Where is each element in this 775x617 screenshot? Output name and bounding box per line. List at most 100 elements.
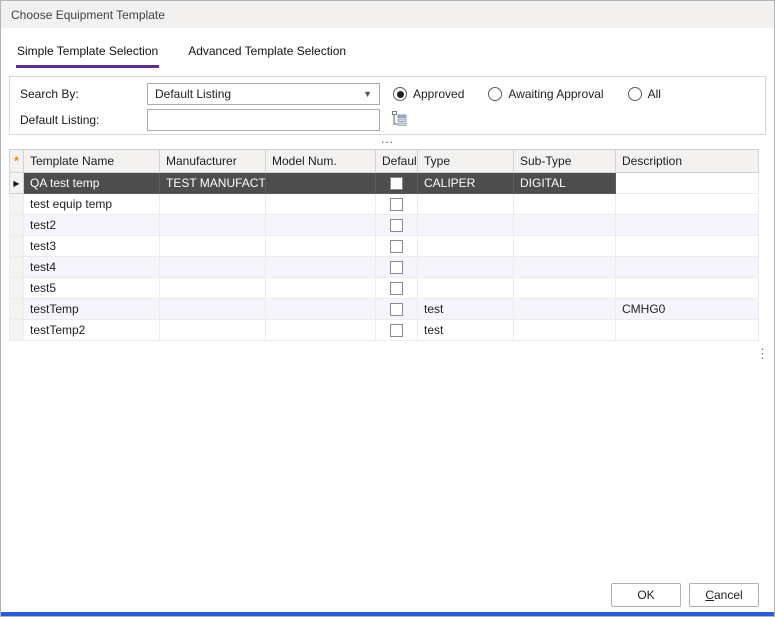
cell-default[interactable] [376, 299, 418, 320]
cell-manufacturer[interactable] [160, 194, 266, 215]
row-indicator[interactable] [10, 278, 24, 299]
panel-splitter-handle[interactable]: ... [1, 135, 774, 148]
default-checkbox[interactable] [390, 282, 403, 295]
cell-manufacturer[interactable] [160, 257, 266, 278]
cell-model-num[interactable] [266, 320, 376, 341]
row-indicator[interactable] [10, 236, 24, 257]
cell-description[interactable]: CMHG0 [616, 299, 759, 320]
cell-description[interactable] [616, 320, 759, 341]
cancel-button[interactable]: Cancel [689, 583, 759, 607]
row-indicator[interactable] [10, 257, 24, 278]
cell-description[interactable] [616, 236, 759, 257]
cell-model-num[interactable] [266, 173, 376, 194]
default-listing-label: Default Listing: [20, 113, 99, 127]
cell-manufacturer[interactable] [160, 278, 266, 299]
cell-type[interactable] [418, 236, 514, 257]
default-checkbox[interactable] [390, 303, 403, 316]
cell-sub-type[interactable] [514, 299, 616, 320]
cell-model-num[interactable] [266, 299, 376, 320]
cell-description[interactable] [616, 194, 759, 215]
cell-model-num[interactable] [266, 215, 376, 236]
cell-default[interactable] [376, 173, 418, 194]
cell-sub-type[interactable] [514, 194, 616, 215]
cell-type[interactable] [418, 278, 514, 299]
cell-description[interactable] [616, 257, 759, 278]
cell-manufacturer[interactable] [160, 299, 266, 320]
cell-model-num[interactable] [266, 236, 376, 257]
cell-template-name[interactable]: test3 [24, 236, 160, 257]
column-header-type[interactable]: Type [418, 150, 514, 173]
cell-template-name[interactable]: QA test temp [24, 173, 160, 194]
cell-template-name[interactable]: testTemp [24, 299, 160, 320]
default-checkbox[interactable] [390, 324, 403, 337]
table-row[interactable]: testTemp2 test [10, 320, 759, 341]
cell-default[interactable] [376, 257, 418, 278]
default-checkbox[interactable] [390, 240, 403, 253]
radio-awaiting-approval[interactable]: Awaiting Approval [488, 87, 603, 101]
column-header-template-name[interactable]: Template Name [24, 150, 160, 173]
row-indicator[interactable]: ▶ [10, 173, 24, 194]
column-header-default[interactable]: Defaul [376, 150, 418, 173]
cell-description[interactable] [616, 278, 759, 299]
cell-default[interactable] [376, 194, 418, 215]
cell-template-name[interactable]: test5 [24, 278, 160, 299]
cell-default[interactable] [376, 278, 418, 299]
cell-manufacturer[interactable] [160, 320, 266, 341]
listing-picker-icon[interactable] [390, 110, 408, 128]
cell-model-num[interactable] [266, 194, 376, 215]
cell-template-name[interactable]: test equip temp [24, 194, 160, 215]
radio-approved[interactable]: Approved [393, 87, 464, 101]
search-by-dropdown[interactable]: Default Listing ▼ [147, 83, 380, 105]
table-row[interactable]: test3 [10, 236, 759, 257]
cell-type[interactable]: test [418, 320, 514, 341]
row-indicator[interactable] [10, 215, 24, 236]
cell-sub-type[interactable] [514, 236, 616, 257]
cell-description[interactable] [616, 173, 759, 194]
cell-sub-type[interactable]: DIGITAL [514, 173, 616, 194]
cell-manufacturer[interactable] [160, 236, 266, 257]
grid-scroll-dots-icon[interactable]: ⋮ [756, 350, 769, 357]
table-row[interactable]: test equip temp [10, 194, 759, 215]
column-header-description[interactable]: Description [616, 150, 759, 173]
default-checkbox[interactable] [390, 177, 403, 190]
cell-template-name[interactable]: test2 [24, 215, 160, 236]
cell-sub-type[interactable] [514, 257, 616, 278]
cell-type[interactable] [418, 215, 514, 236]
row-indicator[interactable] [10, 299, 24, 320]
row-indicator[interactable] [10, 320, 24, 341]
default-checkbox[interactable] [390, 198, 403, 211]
cell-type[interactable] [418, 257, 514, 278]
cell-default[interactable] [376, 236, 418, 257]
column-header-manufacturer[interactable]: Manufacturer [160, 150, 266, 173]
cell-type[interactable]: test [418, 299, 514, 320]
cell-sub-type[interactable] [514, 320, 616, 341]
default-checkbox[interactable] [390, 261, 403, 274]
tab-advanced-template-selection[interactable]: Advanced Template Selection [187, 40, 347, 68]
radio-all[interactable]: All [628, 87, 661, 101]
table-row[interactable]: ▶QA test tempTEST MANUFACTUR CALIPERDIGIT… [10, 173, 759, 194]
table-row[interactable]: test2 [10, 215, 759, 236]
default-checkbox[interactable] [390, 219, 403, 232]
cell-template-name[interactable]: test4 [24, 257, 160, 278]
tab-simple-template-selection[interactable]: Simple Template Selection [16, 40, 159, 68]
cell-model-num[interactable] [266, 278, 376, 299]
cell-sub-type[interactable] [514, 215, 616, 236]
table-row[interactable]: testTemp test CMHG0 [10, 299, 759, 320]
cell-type[interactable] [418, 194, 514, 215]
row-indicator[interactable] [10, 194, 24, 215]
cell-model-num[interactable] [266, 257, 376, 278]
cell-default[interactable] [376, 215, 418, 236]
cell-description[interactable] [616, 215, 759, 236]
column-header-model-num[interactable]: Model Num. [266, 150, 376, 173]
table-row[interactable]: test5 [10, 278, 759, 299]
column-header-sub-type[interactable]: Sub-Type [514, 150, 616, 173]
cell-default[interactable] [376, 320, 418, 341]
cell-manufacturer[interactable] [160, 215, 266, 236]
default-listing-input[interactable] [147, 109, 380, 131]
cell-manufacturer[interactable]: TEST MANUFACTUR [160, 173, 266, 194]
cell-template-name[interactable]: testTemp2 [24, 320, 160, 341]
table-row[interactable]: test4 [10, 257, 759, 278]
cell-type[interactable]: CALIPER [418, 173, 514, 194]
ok-button[interactable]: OK [611, 583, 681, 607]
cell-sub-type[interactable] [514, 278, 616, 299]
